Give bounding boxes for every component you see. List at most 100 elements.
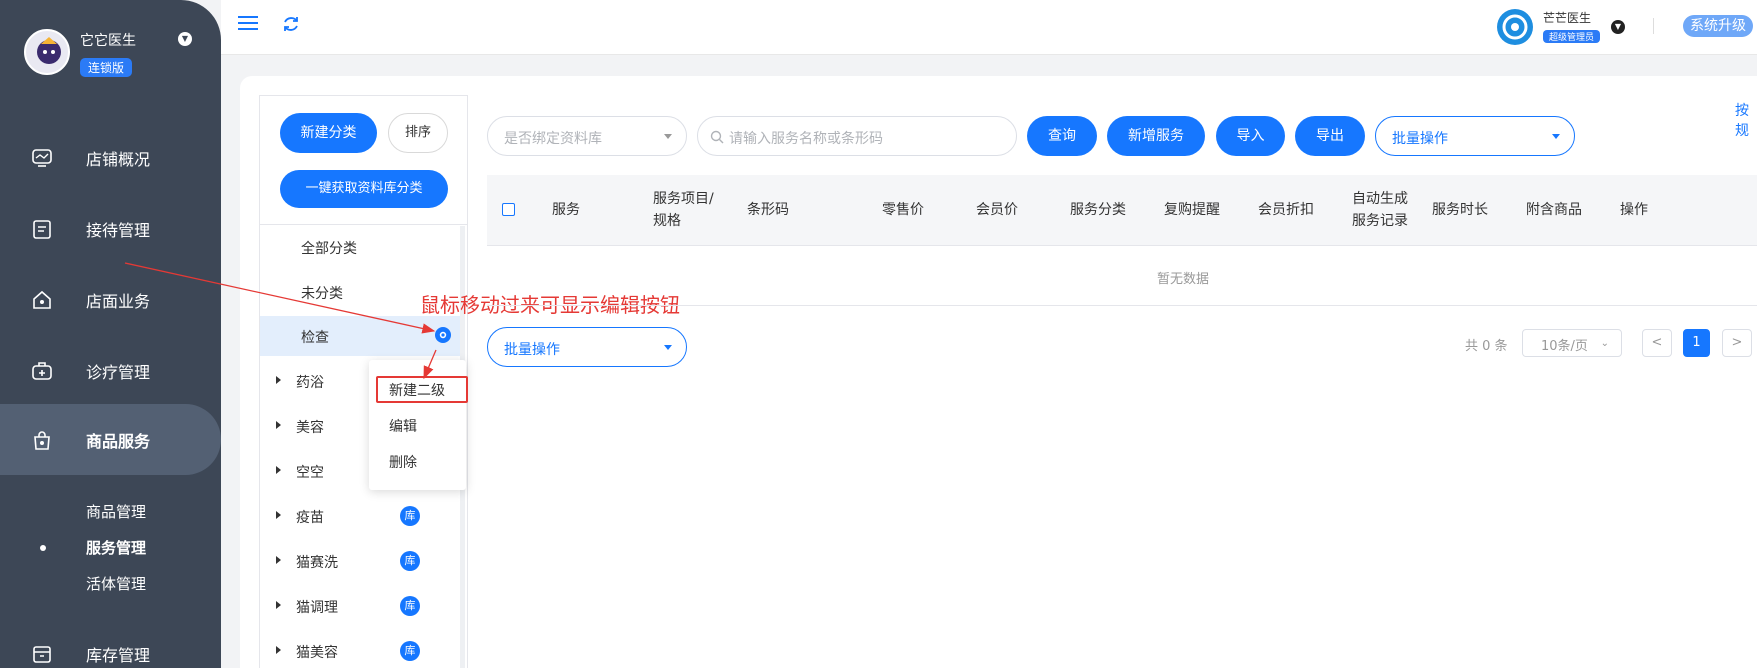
search-placeholder: 请输入服务名称或条形码 bbox=[729, 131, 883, 147]
chevron-down-icon[interactable]: ▼ bbox=[178, 32, 192, 46]
house-icon bbox=[33, 290, 51, 309]
page-number-button[interactable]: 1 bbox=[1683, 329, 1710, 357]
caret-right-icon[interactable] bbox=[276, 556, 281, 564]
nav-label: 店铺概况 bbox=[86, 149, 151, 169]
caret-right-icon[interactable] bbox=[276, 511, 281, 519]
clipboard-icon bbox=[33, 219, 51, 239]
column-header: 附含商品 bbox=[1526, 202, 1582, 218]
select-value: 批量操作 bbox=[504, 342, 560, 358]
caret-right-icon[interactable] bbox=[276, 421, 281, 429]
prev-page-button[interactable]: < bbox=[1642, 329, 1672, 357]
category-label: 未分类 bbox=[301, 286, 343, 302]
nav-label: 接待管理 bbox=[86, 220, 151, 240]
column-header: 会员折扣 bbox=[1258, 202, 1314, 218]
column-header: 服务时长 bbox=[1432, 202, 1488, 218]
nav-item-shop-overview[interactable]: 店铺概况 bbox=[0, 122, 221, 193]
medkit-icon bbox=[32, 361, 52, 380]
new-category-button[interactable]: 新建分类 bbox=[280, 113, 377, 153]
sidebar-header: 它它医生 连锁版 ▼ bbox=[0, 0, 221, 100]
user-role-badge: 超级管理员 bbox=[1543, 30, 1601, 43]
monitor-icon bbox=[32, 148, 52, 167]
system-upgrade-button[interactable]: 系统升级 bbox=[1683, 15, 1753, 37]
import-button[interactable]: 导入 bbox=[1216, 116, 1285, 156]
box-icon bbox=[33, 645, 51, 663]
caret-right-icon[interactable] bbox=[276, 376, 281, 384]
next-page-button[interactable]: > bbox=[1722, 329, 1752, 357]
nav-item-reception[interactable]: 接待管理 bbox=[0, 193, 221, 264]
sidebar: 它它医生 连锁版 ▼ 店铺概况 接待管理 店面业务 诊疗管理 商品服务 商品管理… bbox=[0, 0, 221, 668]
library-badge: 库 bbox=[400, 506, 420, 526]
column-header: 自动生成服务记录 bbox=[1352, 191, 1408, 229]
empty-row: 暂无数据 bbox=[487, 246, 1757, 306]
search-input[interactable]: 请输入服务名称或条形码 bbox=[697, 116, 1017, 156]
page-size-value: 10条/页 bbox=[1541, 339, 1588, 354]
menu-icon[interactable] bbox=[238, 15, 258, 31]
gear-icon[interactable] bbox=[433, 325, 453, 345]
sub-item-service-management[interactable]: 服务管理 bbox=[86, 537, 146, 558]
add-service-button[interactable]: 新增服务 bbox=[1107, 116, 1205, 156]
divider bbox=[259, 224, 468, 225]
empty-text: 暂无数据 bbox=[1157, 272, 1210, 287]
column-header: 操作 bbox=[1620, 202, 1648, 218]
top-bar: 芒芒医生 超级管理员 ▼ 系统升级 bbox=[221, 0, 1757, 55]
nav-label: 诊疗管理 bbox=[86, 362, 151, 382]
column-header: 服务项目/规格 bbox=[653, 191, 714, 229]
menu-item-delete[interactable]: 删除 bbox=[389, 452, 417, 472]
category-label: 疫苗 bbox=[296, 510, 324, 526]
nav-label: 商品服务 bbox=[86, 431, 151, 451]
nav-item-inventory[interactable]: 库存管理 bbox=[0, 618, 221, 668]
sort-button[interactable]: 排序 bbox=[388, 113, 448, 153]
column-header: 会员价 bbox=[976, 202, 1018, 218]
chevron-down-icon bbox=[1552, 134, 1560, 139]
category-item[interactable]: 猫美容 库 bbox=[260, 631, 460, 668]
select-value: 批量操作 bbox=[1392, 131, 1448, 147]
nav-label: 库存管理 bbox=[86, 645, 151, 665]
chevron-down-icon bbox=[664, 345, 672, 350]
sub-item-live-management[interactable]: 活体管理 bbox=[86, 573, 146, 594]
select-all-checkbox[interactable] bbox=[502, 203, 515, 216]
caret-right-icon[interactable] bbox=[276, 466, 281, 474]
menu-item-edit[interactable]: 编辑 bbox=[389, 416, 417, 436]
active-dot bbox=[40, 545, 46, 551]
category-item-selected[interactable]: 检查 bbox=[260, 316, 460, 356]
nav-item-goods-services[interactable]: 商品服务 bbox=[0, 404, 221, 475]
search-icon bbox=[710, 130, 724, 144]
category-item[interactable]: 猫调理 库 bbox=[260, 586, 460, 626]
divider bbox=[1653, 18, 1654, 34]
shop-avatar bbox=[24, 29, 70, 75]
caret-right-icon[interactable] bbox=[276, 601, 281, 609]
library-badge: 库 bbox=[400, 551, 420, 571]
column-header: 复购提醒 bbox=[1164, 202, 1220, 218]
category-item[interactable]: 全部分类 bbox=[260, 227, 460, 267]
chevron-down-icon: ⌄ bbox=[1600, 338, 1609, 349]
user-avatar[interactable] bbox=[1497, 9, 1533, 45]
category-item[interactable]: 疫苗 库 bbox=[260, 496, 460, 536]
sub-item-goods-management[interactable]: 商品管理 bbox=[86, 501, 146, 522]
select-placeholder: 是否绑定资料库 bbox=[504, 131, 602, 147]
export-button[interactable]: 导出 bbox=[1295, 116, 1365, 156]
category-label: 猫赛洗 bbox=[296, 555, 338, 571]
fetch-library-categories-button[interactable]: 一键获取资料库分类 bbox=[280, 170, 448, 208]
library-badge: 库 bbox=[400, 641, 420, 661]
rules-link[interactable]: 按规 bbox=[1735, 100, 1757, 140]
column-header: 服务分类 bbox=[1070, 202, 1126, 218]
nav-item-treatment[interactable]: 诊疗管理 bbox=[0, 335, 221, 406]
caret-right-icon[interactable] bbox=[276, 646, 281, 654]
batch-operation-select-bottom[interactable]: 批量操作 bbox=[487, 327, 687, 367]
column-header: 条形码 bbox=[747, 202, 789, 218]
library-badge: 库 bbox=[400, 596, 420, 616]
category-label: 全部分类 bbox=[301, 241, 357, 257]
nav-label: 店面业务 bbox=[86, 291, 151, 311]
column-header: 服务 bbox=[552, 202, 580, 218]
bag-icon bbox=[34, 430, 50, 450]
query-button[interactable]: 查询 bbox=[1027, 116, 1097, 156]
category-label: 美容 bbox=[296, 420, 324, 436]
refresh-icon[interactable] bbox=[282, 15, 300, 33]
nav-item-store-business[interactable]: 店面业务 bbox=[0, 264, 221, 335]
bind-library-select[interactable]: 是否绑定资料库 bbox=[487, 116, 687, 156]
batch-operation-select[interactable]: 批量操作 bbox=[1375, 116, 1575, 156]
category-item[interactable]: 猫赛洗 库 bbox=[260, 541, 460, 581]
chevron-down-icon[interactable]: ▼ bbox=[1611, 20, 1625, 34]
category-label: 药浴 bbox=[296, 375, 324, 391]
page-size-select[interactable]: 10条/页 ⌄ bbox=[1522, 329, 1622, 357]
